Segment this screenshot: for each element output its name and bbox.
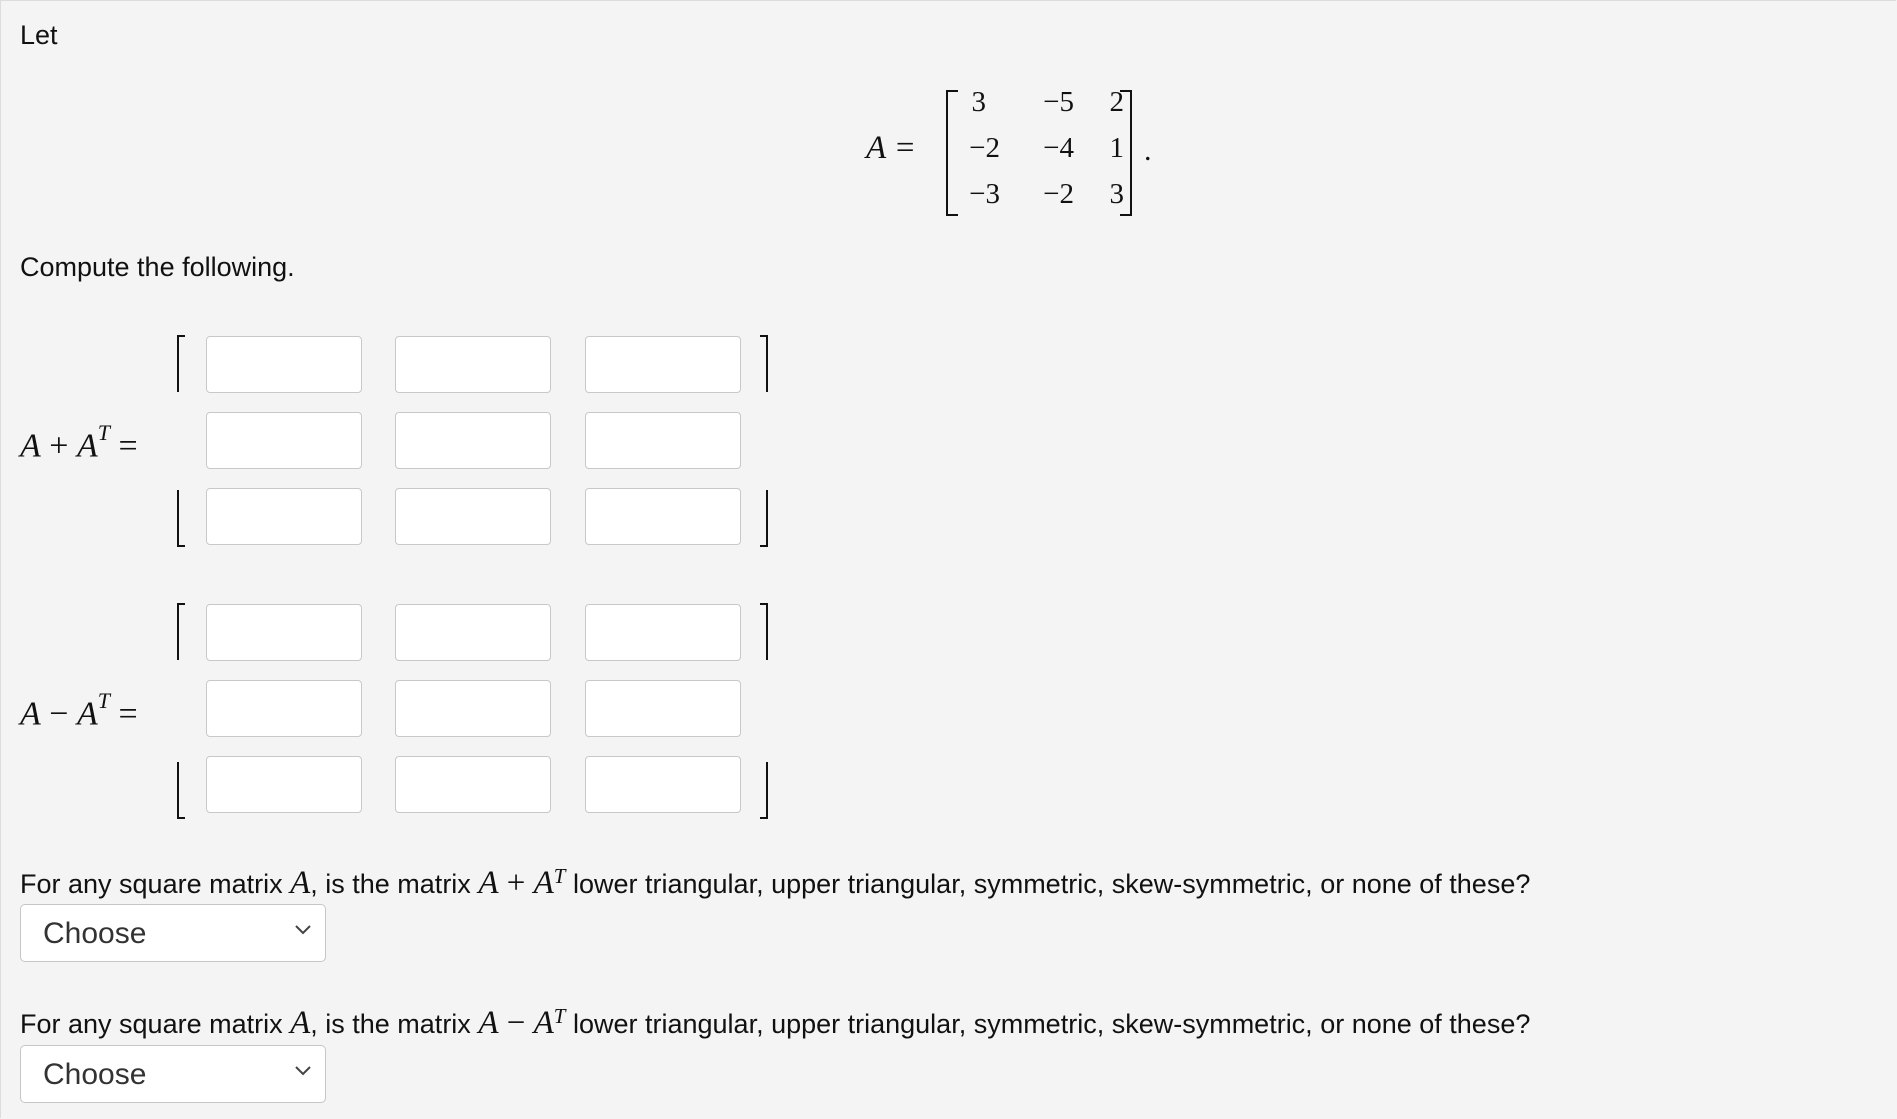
sum-input-0-0[interactable] [206, 336, 362, 393]
diff-bracket-bottom-left [177, 762, 185, 819]
diff-label-sup: T [97, 688, 110, 713]
sum-bracket-bottom-left [177, 490, 185, 547]
q2-select-value: Choose [43, 1058, 147, 1091]
diff-input-2-2[interactable] [585, 756, 741, 813]
q2-expr-op: − [498, 1005, 534, 1041]
diff-label-a2: A [76, 695, 98, 733]
sum-bracket-top-left [177, 335, 185, 392]
diff-label-eq: = [118, 695, 138, 733]
diff-bracket-bottom-right [760, 762, 768, 819]
q2-sup: T [553, 1004, 566, 1028]
diff-label-a: A [20, 695, 41, 733]
sum-label-eq: = [118, 427, 138, 465]
given-lhs-text: A = [866, 130, 917, 166]
diff-input-0-0[interactable] [206, 604, 362, 661]
q1-sup: T [553, 864, 566, 888]
diff-input-1-2[interactable] [585, 680, 741, 737]
q2-pre: For any square matrix [20, 1009, 291, 1039]
prompt-text: Compute the following. [20, 252, 295, 282]
q1-pre: For any square matrix [20, 869, 291, 899]
q1-select-value: Choose [43, 917, 147, 950]
diff-input-1-1[interactable] [395, 680, 551, 737]
chevron-down-icon [295, 1066, 311, 1076]
chevron-down-icon [295, 925, 311, 935]
sum-label: A + AT = [20, 420, 138, 465]
diff-input-0-1[interactable] [395, 604, 551, 661]
given-cell-1-2: 1 [1109, 132, 1125, 164]
given-lhs: A = [866, 130, 916, 167]
q2-mid: , is the matrix [310, 1009, 479, 1039]
intro-text: Let [20, 20, 58, 50]
diff-bracket-top-right [760, 603, 768, 660]
sum-bracket-top-right [760, 335, 768, 392]
diff-label-op: − [49, 695, 69, 733]
diff-bracket-top-left [177, 603, 185, 660]
given-cell-0-2: 2 [1109, 86, 1125, 118]
question-1: For any square matrix A, is the matrix A… [20, 864, 1530, 902]
given-cell-0-0: 3 [971, 86, 987, 118]
q1-expr-op: + [498, 865, 534, 901]
q2-post: lower triangular, upper triangular, symm… [565, 1009, 1531, 1039]
diff-input-2-1[interactable] [395, 756, 551, 813]
sum-label-sup: T [97, 420, 110, 445]
given-cell-1-0: −2 [969, 132, 1000, 164]
q1-post: lower triangular, upper triangular, symm… [565, 869, 1531, 899]
sum-input-0-2[interactable] [585, 336, 741, 393]
sum-label-a: A [20, 427, 41, 465]
sum-label-op: + [49, 427, 69, 465]
sum-input-0-1[interactable] [395, 336, 551, 393]
q1-expr-a: A [478, 865, 499, 901]
q1-expr-b: A [533, 865, 554, 901]
q2-expr-b: A [533, 1005, 554, 1041]
sum-bracket-bottom-right [760, 490, 768, 547]
sum-label-a2: A [76, 427, 98, 465]
sum-input-1-2[interactable] [585, 412, 741, 469]
q1-select[interactable]: Choose [20, 904, 326, 962]
sum-input-2-0[interactable] [206, 488, 362, 545]
given-cell-2-0: −3 [969, 178, 1000, 210]
diff-input-2-0[interactable] [206, 756, 362, 813]
q2-var: A [290, 1005, 311, 1041]
q1-var: A [290, 865, 311, 901]
sum-input-1-1[interactable] [395, 412, 551, 469]
q2-expr-a: A [478, 1005, 499, 1041]
q1-mid: , is the matrix [310, 869, 479, 899]
sum-input-2-1[interactable] [395, 488, 551, 545]
diff-input-0-2[interactable] [585, 604, 741, 661]
diff-input-1-0[interactable] [206, 680, 362, 737]
given-cell-2-2: 3 [1109, 178, 1125, 210]
diff-label: A − AT = [20, 688, 138, 733]
sum-input-2-2[interactable] [585, 488, 741, 545]
question-2: For any square matrix A, is the matrix A… [20, 1004, 1530, 1042]
sum-input-1-0[interactable] [206, 412, 362, 469]
q2-select[interactable]: Choose [20, 1045, 326, 1103]
given-period: . [1144, 134, 1152, 167]
